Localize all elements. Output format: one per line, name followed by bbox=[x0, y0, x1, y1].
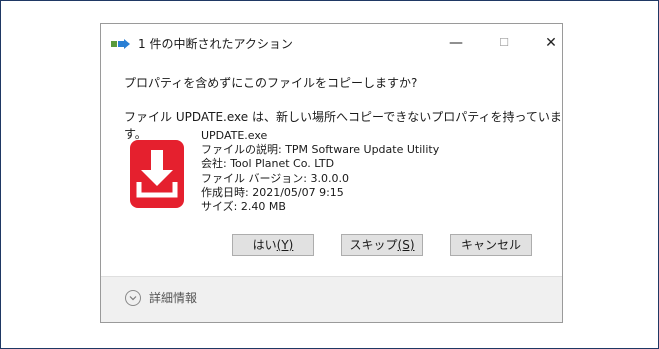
copy-interrupted-dialog: 1 件の中断されたアクション — ☐ ✕ プロパティを含めずにこのファイルをコピ… bbox=[100, 23, 563, 323]
dialog-title: 1 件の中断されたアクション bbox=[138, 37, 293, 51]
copy-question: プロパティを含めずにこのファイルをコピーしますか? bbox=[124, 76, 418, 90]
yes-button-label: はい bbox=[252, 238, 277, 252]
chevron-down-icon bbox=[125, 290, 141, 306]
copy-action-icon bbox=[111, 39, 130, 49]
download-file-icon bbox=[130, 140, 184, 208]
close-button[interactable]: ✕ bbox=[537, 33, 565, 53]
file-size: サイズ: 2.40 MB bbox=[201, 200, 286, 214]
minimize-button[interactable]: — bbox=[442, 33, 470, 53]
yes-button[interactable]: はい(Y) bbox=[232, 234, 314, 256]
yes-button-accesskey: (Y) bbox=[276, 238, 294, 252]
skip-button-label: スキップ bbox=[349, 238, 398, 252]
cancel-button[interactable]: キャンセル bbox=[450, 234, 532, 256]
file-details: UPDATE.exe ファイルの説明: TPM Software Update … bbox=[201, 129, 439, 214]
maximize-button[interactable]: ☐ bbox=[490, 33, 518, 53]
file-company: 会社: Tool Planet Co. LTD bbox=[201, 157, 335, 171]
file-version: ファイル バージョン: 3.0.0.0 bbox=[201, 171, 349, 185]
dialog-footer: 詳細情報 bbox=[101, 276, 562, 322]
file-created: 作成日時: 2021/05/07 9:15 bbox=[201, 185, 344, 199]
title-bar: 1 件の中断されたアクション — ☐ ✕ bbox=[101, 24, 562, 64]
more-details-label: 詳細情報 bbox=[149, 291, 198, 305]
skip-button-accesskey: (S) bbox=[397, 238, 415, 252]
skip-button[interactable]: スキップ(S) bbox=[341, 234, 423, 256]
file-description: ファイルの説明: TPM Software Update Utility bbox=[201, 143, 440, 157]
file-name: UPDATE.exe bbox=[201, 129, 268, 142]
